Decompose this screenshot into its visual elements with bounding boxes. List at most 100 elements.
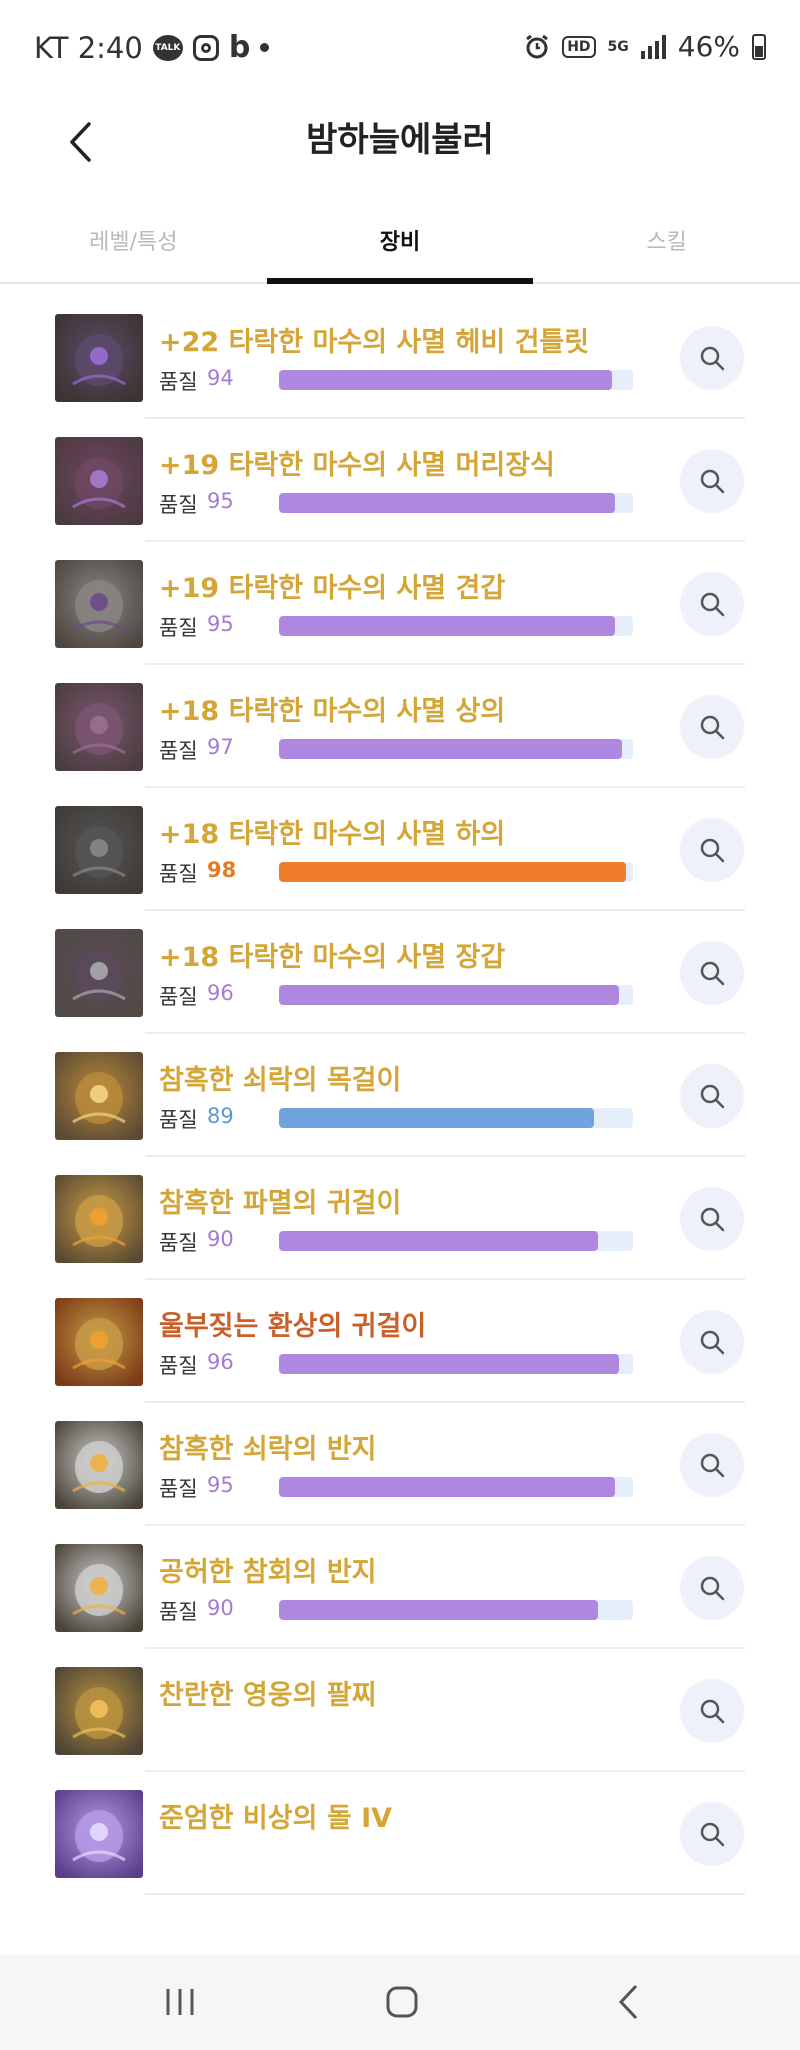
gauntlet-icon <box>55 314 143 402</box>
item-detail-button[interactable] <box>680 326 744 390</box>
equipment-row[interactable]: +18 타락한 마수의 사멸 장갑품질 96 <box>55 911 745 1034</box>
quality-bar <box>279 985 633 1005</box>
battery-text: 46% <box>677 30 740 63</box>
quality-value: 95 <box>207 612 234 636</box>
quality-bar <box>279 1231 633 1251</box>
search-icon <box>700 715 725 740</box>
quality-bar <box>279 1600 633 1620</box>
quality-bar <box>279 1108 633 1128</box>
necklace-icon <box>55 1052 143 1140</box>
item-detail-button[interactable] <box>680 1556 744 1620</box>
quality-bar-fill <box>279 370 612 390</box>
row-divider <box>145 1893 745 1895</box>
search-icon <box>700 1207 725 1232</box>
item-name: +18 타락한 마수의 사멸 상의 <box>159 696 506 727</box>
quality-value: 97 <box>207 735 234 759</box>
equipment-row[interactable]: +22 타락한 마수의 사멸 헤비 건틀릿 품질 94 <box>55 296 745 419</box>
item-detail-button[interactable] <box>680 1310 744 1374</box>
quality-label: 품질 <box>159 1477 198 1501</box>
search-icon <box>700 346 725 371</box>
ability-stone-icon <box>55 1790 143 1878</box>
item-detail-button[interactable] <box>680 1433 744 1497</box>
item-detail-button[interactable] <box>680 1802 744 1866</box>
quality-value: 90 <box>207 1596 234 1620</box>
equipment-row[interactable]: 찬란한 영웅의 팔찌 <box>55 1649 745 1772</box>
back-icon <box>618 1984 638 2020</box>
quality-bar <box>279 739 633 759</box>
quality-value: 90 <box>207 1227 234 1251</box>
item-detail-button[interactable] <box>680 572 744 636</box>
tab-equipment[interactable]: 장비 <box>266 210 534 284</box>
5g-icon: 5G <box>607 38 629 55</box>
home-icon <box>386 1986 418 2018</box>
quality-value: 95 <box>207 1473 234 1497</box>
quality-bar-fill <box>279 739 623 759</box>
dot-icon <box>260 43 270 52</box>
quality-bar-fill <box>279 985 619 1005</box>
item-name: +19 타락한 마수의 사멸 머리장식 <box>159 450 555 481</box>
item-detail-button[interactable] <box>680 818 744 882</box>
item-detail-button[interactable] <box>680 1679 744 1743</box>
system-nav-bar <box>0 1955 800 2050</box>
home-button[interactable] <box>372 1977 432 2027</box>
item-name: 공허한 참회의 반지 <box>159 1557 377 1588</box>
search-icon <box>700 1576 725 1601</box>
equipment-row[interactable]: +19 타락한 마수의 사멸 견갑 품질 95 <box>55 542 745 665</box>
battery-icon <box>752 33 766 60</box>
chest-armor-icon <box>55 683 143 771</box>
quality-label: 품질 <box>159 739 198 763</box>
equipment-row[interactable]: 참혹한 파멸의 귀걸이 품질 90 <box>55 1157 745 1280</box>
item-name: +18 타락한 마수의 사멸 장갑 <box>159 942 506 973</box>
equipment-list: +22 타락한 마수의 사멸 헤비 건틀릿 품질 94 +19 타락한 마수의 사멸 … <box>55 296 745 1895</box>
pants-icon <box>55 806 143 894</box>
equipment-row[interactable]: +18 타락한 마수의 사멸 하의 품질 98 <box>55 788 745 911</box>
quality-bar <box>279 370 633 390</box>
item-name: +19 타락한 마수의 사멸 견갑 <box>159 573 506 604</box>
item-detail-button[interactable] <box>680 695 744 759</box>
item-detail-button[interactable] <box>680 1187 744 1251</box>
quality-label: 품질 <box>159 370 198 394</box>
quality-label: 품질 <box>159 985 198 1009</box>
tab-level-traits[interactable]: 레벨/특성 <box>0 210 267 282</box>
quality-bar-fill <box>279 862 626 882</box>
bracelet-icon <box>55 1667 143 1755</box>
status-left: KT 2:40 TALK b <box>34 30 270 65</box>
quality-label: 품질 <box>159 1354 198 1378</box>
quality-label: 품질 <box>159 862 198 886</box>
equipment-row[interactable]: +19 타락한 마수의 사멸 머리장식 품질 95 <box>55 419 745 542</box>
nav-back-button[interactable] <box>598 1977 658 2027</box>
quality-value: 96 <box>207 981 234 1005</box>
carrier-time: KT 2:40 <box>34 30 143 65</box>
item-name: 울부짖는 환상의 귀걸이 <box>159 1311 427 1342</box>
equipment-row[interactable]: +18 타락한 마수의 사멸 상의품질 97 <box>55 665 745 788</box>
search-icon <box>700 838 725 863</box>
equipment-row[interactable]: 울부짖는 환상의 귀걸이 품질 96 <box>55 1280 745 1403</box>
quality-value: 94 <box>207 366 234 390</box>
search-icon <box>700 961 725 986</box>
tab-skills[interactable]: 스킬 <box>533 210 800 282</box>
quality-label: 품질 <box>159 1231 198 1255</box>
talk-icon: TALK <box>152 34 183 61</box>
quality-value: 95 <box>207 489 234 513</box>
equipment-row[interactable]: 공허한 참회의 반지 품질 90 <box>55 1526 745 1649</box>
item-detail-button[interactable] <box>680 1064 744 1128</box>
shoulder-icon <box>55 560 143 648</box>
ring-icon <box>55 1421 143 1509</box>
item-name: 참혹한 쇠락의 목걸이 <box>159 1065 402 1096</box>
item-detail-button[interactable] <box>680 941 744 1005</box>
item-detail-button[interactable] <box>680 449 744 513</box>
search-icon <box>700 1330 725 1355</box>
signal-icon <box>640 34 666 59</box>
glove-icon <box>55 929 143 1017</box>
equipment-row[interactable]: 참혹한 쇠락의 목걸이 품질 89 <box>55 1034 745 1157</box>
search-icon <box>700 469 725 494</box>
equipment-row[interactable]: 참혹한 쇠락의 반지 품질 95 <box>55 1403 745 1526</box>
item-name: +18 타락한 마수의 사멸 하의 <box>159 819 506 850</box>
quality-value: 89 <box>207 1104 234 1128</box>
recent-apps-button[interactable] <box>150 1977 210 2027</box>
quality-bar <box>279 1354 633 1374</box>
app-header: 밤하늘에불러 <box>0 100 800 200</box>
instagram-icon <box>192 34 219 61</box>
equipment-row[interactable]: 준엄한 비상의 돌 IV <box>55 1772 745 1895</box>
band-icon: b <box>228 30 251 65</box>
